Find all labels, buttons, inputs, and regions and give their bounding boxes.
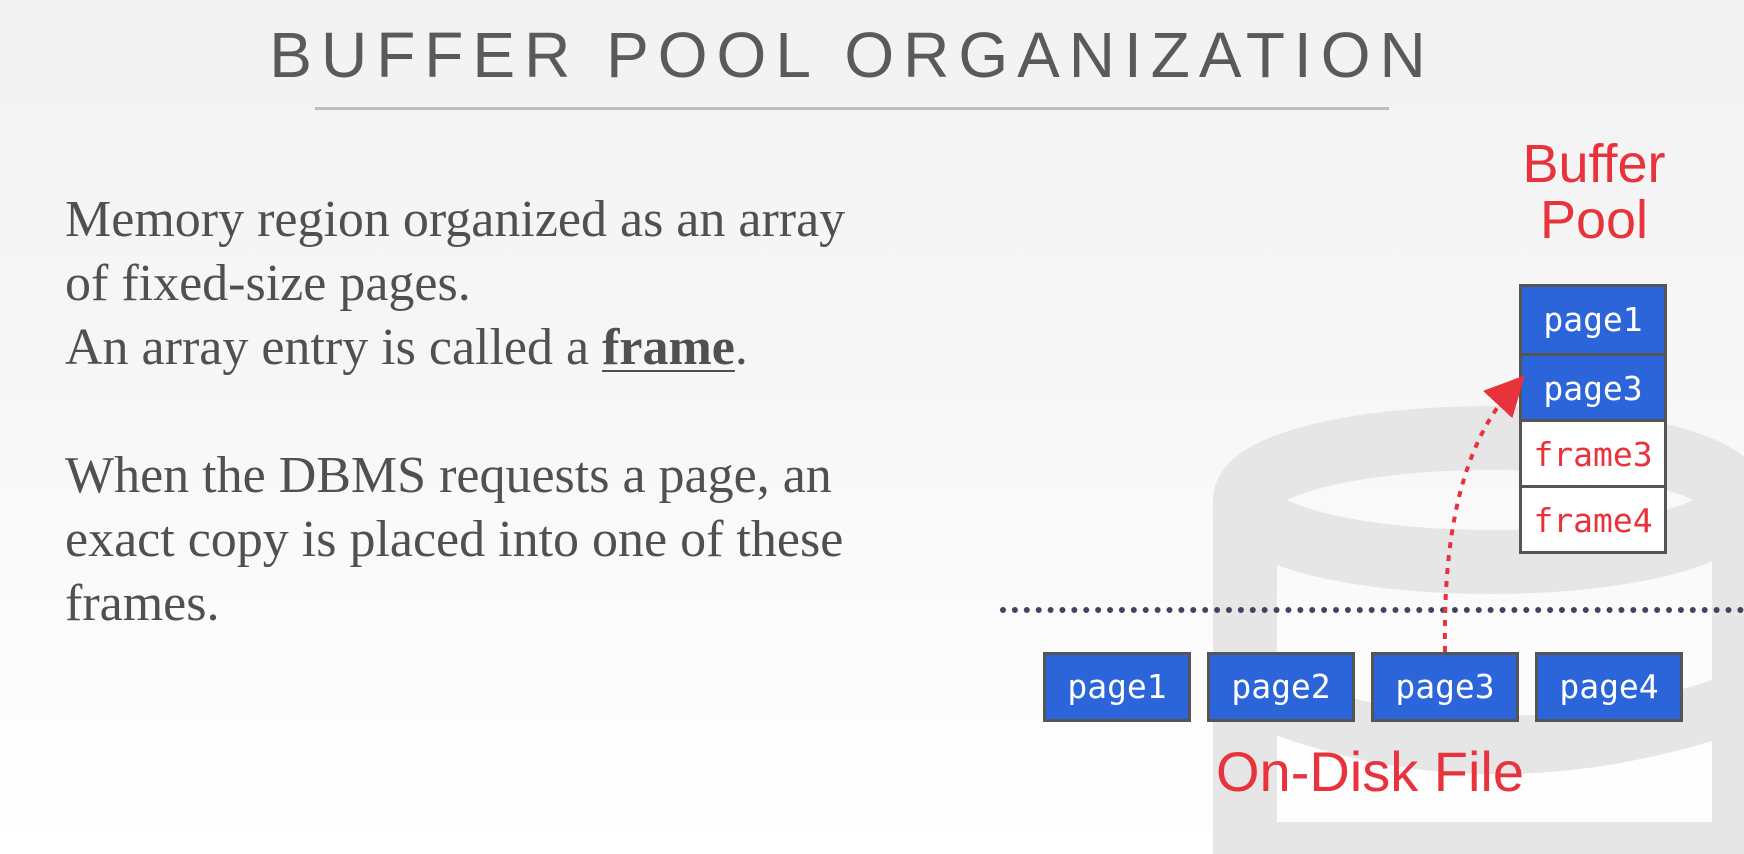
copy-arrow xyxy=(1442,375,1525,653)
